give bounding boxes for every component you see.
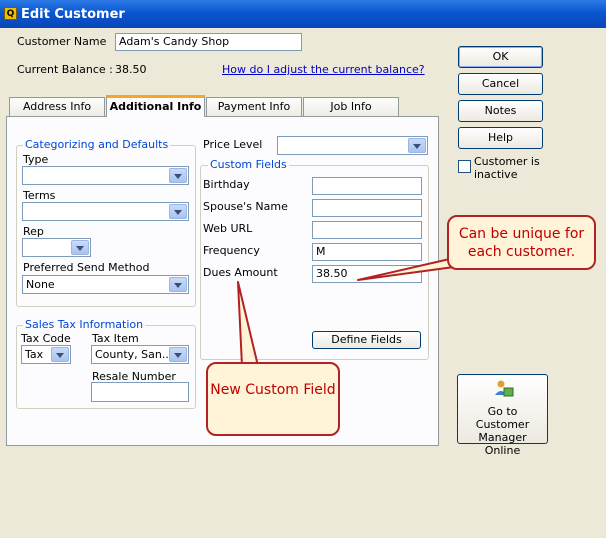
send-method-dropdown[interactable]: None [22, 275, 189, 294]
tax-code-label: Tax Code [21, 332, 71, 345]
customer-name-input[interactable]: Adam's Candy Shop [115, 33, 302, 51]
customer-manager-button[interactable]: Go to Customer Manager Online [457, 374, 548, 457]
price-level-label: Price Level [203, 138, 263, 151]
ok-button[interactable]: OK [458, 46, 543, 68]
tax-code-value: Tax [25, 348, 44, 361]
current-balance-value: 38.50 [115, 63, 147, 76]
terms-dropdown[interactable] [22, 202, 189, 221]
terms-label: Terms [23, 189, 56, 202]
chevron-down-icon[interactable] [169, 204, 187, 219]
birthday-input[interactable] [312, 177, 422, 195]
customer-manager-label: Go to Customer Manager Online [475, 405, 530, 457]
callout-new-field-text: New Custom Field [210, 382, 336, 398]
chevron-down-icon[interactable] [408, 138, 426, 153]
chevron-down-icon[interactable] [71, 240, 89, 255]
title-bar[interactable]: Q Edit Customer [0, 0, 606, 28]
custom-fields-legend: Custom Fields [208, 158, 289, 171]
callout-pointer [237, 281, 259, 367]
customer-name-label: Customer Name [17, 35, 107, 48]
tax-code-dropdown[interactable]: Tax [21, 345, 71, 364]
tab-additional-info[interactable]: Additional Info [106, 95, 205, 117]
send-method-label: Preferred Send Method [23, 261, 150, 274]
define-fields-button[interactable]: Define Fields [312, 331, 421, 349]
callout-unique: Can be unique for each customer. [447, 215, 596, 270]
current-balance-label: Current Balance : [17, 63, 113, 76]
adjust-balance-link[interactable]: How do I adjust the current balance? [222, 63, 425, 76]
web-url-input[interactable] [312, 221, 422, 239]
tab-job-info[interactable]: Job Info [303, 97, 399, 117]
resale-number-input[interactable] [91, 382, 189, 402]
custom-field-label: Spouse's Name [203, 200, 288, 213]
custom-field-label: Birthday [203, 178, 250, 191]
callout-pointer [357, 257, 455, 281]
tax-item-label: Tax Item [92, 332, 139, 345]
chevron-down-icon[interactable] [169, 347, 187, 362]
tab-address-info[interactable]: Address Info [9, 97, 105, 117]
customer-manager-icon [495, 380, 514, 397]
custom-field-label: Frequency [203, 244, 260, 257]
price-level-dropdown[interactable] [277, 136, 428, 155]
type-label: Type [23, 153, 49, 166]
tab-payment-info[interactable]: Payment Info [206, 97, 302, 117]
notes-button[interactable]: Notes [458, 100, 543, 122]
custom-field-label: Web URL [203, 222, 253, 235]
customer-inactive-checkbox[interactable] [458, 160, 471, 173]
rep-label: Rep [23, 225, 44, 238]
window-title: Edit Customer [21, 7, 125, 22]
type-dropdown[interactable] [22, 166, 189, 185]
callout-unique-text: Can be unique for each customer. [458, 226, 585, 260]
tax-item-dropdown[interactable]: County, San... [91, 345, 189, 364]
callout-new-field: New Custom Field [206, 362, 340, 436]
cancel-button[interactable]: Cancel [458, 73, 543, 95]
rep-dropdown[interactable] [22, 238, 91, 257]
customer-inactive-label: Customer is inactive [474, 155, 540, 181]
chevron-down-icon[interactable] [169, 277, 187, 292]
chevron-down-icon[interactable] [169, 168, 187, 183]
spouse-name-input[interactable] [312, 199, 422, 217]
sales-tax-legend: Sales Tax Information [23, 318, 146, 331]
tax-item-value: County, San... [95, 348, 173, 361]
chevron-down-icon[interactable] [51, 347, 69, 362]
app-icon: Q [4, 7, 17, 20]
send-method-value: None [26, 278, 55, 291]
help-button[interactable]: Help [458, 127, 543, 149]
categorizing-legend: Categorizing and Defaults [23, 138, 171, 151]
custom-field-label: Dues Amount [203, 266, 278, 279]
